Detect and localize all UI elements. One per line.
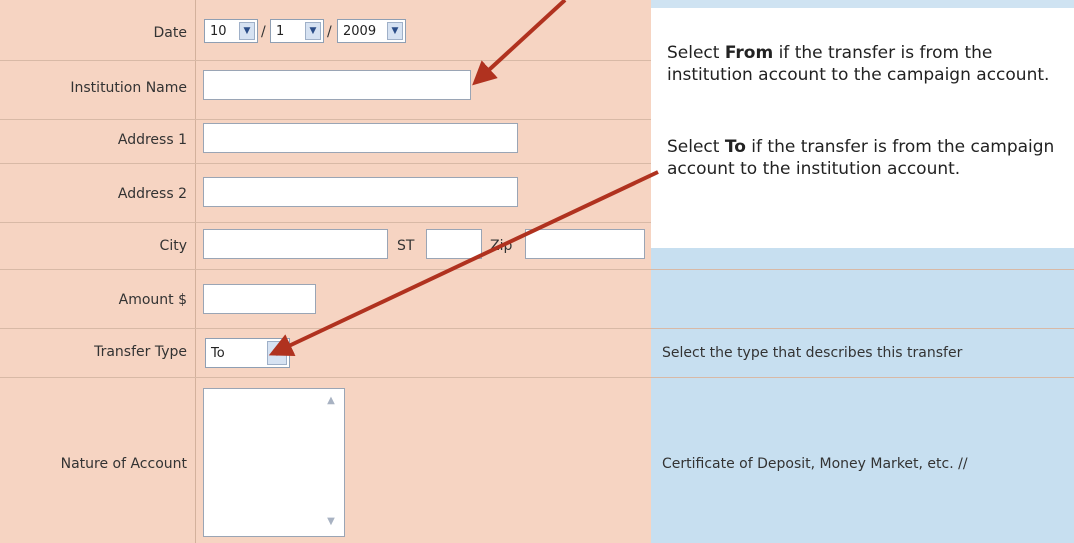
- transfer-type-help: Select the type that describes this tran…: [662, 345, 963, 361]
- date-separator: /: [261, 24, 266, 40]
- amount-label: Amount $: [118, 292, 187, 308]
- chevron-down-icon[interactable]: ▼: [239, 22, 255, 40]
- state-label: ST: [397, 238, 415, 254]
- address2-input[interactable]: [203, 177, 518, 207]
- note-bold-to: To: [724, 137, 746, 157]
- note-bold-from: From: [724, 43, 774, 63]
- chevron-down-icon[interactable]: ▼: [305, 22, 321, 40]
- address1-label: Address 1: [117, 132, 187, 148]
- institution-name-input[interactable]: [203, 70, 471, 100]
- address1-input[interactable]: [203, 123, 518, 153]
- scroll-down-icon[interactable]: ▼: [324, 516, 338, 530]
- transfer-type-label: Transfer Type: [94, 344, 187, 360]
- scroll-up-icon[interactable]: ▲: [324, 395, 338, 409]
- date-separator: /: [327, 24, 332, 40]
- institution-name-label: Institution Name: [70, 80, 187, 96]
- transfer-type-value: To: [211, 345, 225, 361]
- date-year-select[interactable]: 2009 ▼: [337, 19, 406, 43]
- nature-of-account-help: Certificate of Deposit, Money Market, et…: [662, 456, 968, 472]
- address2-label: Address 2: [117, 186, 187, 202]
- help-panel-top: [651, 0, 1074, 8]
- zip-label: Zip: [490, 238, 513, 254]
- date-year-value: 2009: [343, 23, 377, 39]
- transfer-type-select[interactable]: To ▼: [205, 338, 290, 368]
- nature-of-account-label: Nature of Account: [60, 456, 187, 472]
- note-text: Select: [667, 137, 725, 157]
- row-divider: [0, 328, 1074, 329]
- zip-input[interactable]: [525, 229, 645, 259]
- transfer-direction-note: Select From if the transfer is from the …: [651, 8, 1074, 248]
- city-input[interactable]: [203, 229, 388, 259]
- note-to-paragraph: Select To if the transfer is from the ca…: [667, 136, 1067, 180]
- amount-input[interactable]: [203, 284, 316, 314]
- date-month-select[interactable]: 10 ▼: [204, 19, 258, 43]
- date-day-value: 1: [276, 23, 285, 39]
- note-text: Select: [667, 43, 725, 63]
- date-month-value: 10: [210, 23, 227, 39]
- state-input[interactable]: [426, 229, 482, 259]
- date-label: Date: [153, 25, 187, 41]
- city-label: City: [159, 238, 187, 254]
- chevron-down-icon[interactable]: ▼: [387, 22, 403, 40]
- note-from-paragraph: Select From if the transfer is from the …: [667, 42, 1067, 86]
- row-divider: [0, 269, 1074, 270]
- row-divider: [0, 377, 1074, 378]
- chevron-down-icon[interactable]: ▼: [267, 341, 287, 365]
- nature-of-account-textarea[interactable]: ▲ ▼: [203, 388, 345, 537]
- date-day-select[interactable]: 1 ▼: [270, 19, 324, 43]
- label-divider: [195, 0, 196, 543]
